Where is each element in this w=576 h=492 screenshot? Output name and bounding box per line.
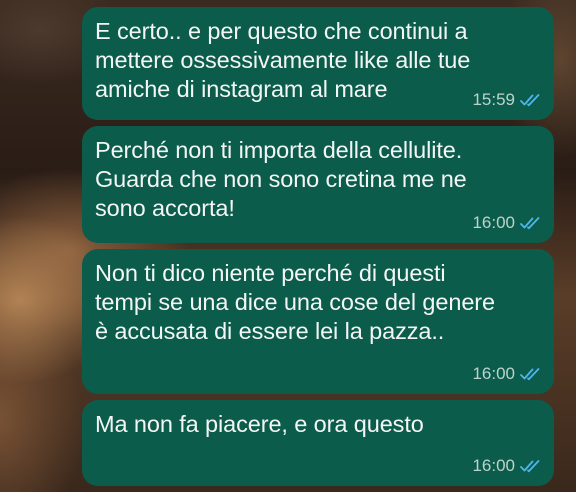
message-time: 15:59 [472, 90, 515, 109]
message-time: 16:00 [472, 364, 515, 383]
message-text: E certo.. e per questo che continui a me… [95, 18, 471, 102]
outgoing-message-bubble[interactable]: Ma non fa piacere, e ora questo 16:00 [82, 400, 554, 486]
chat-message-list[interactable]: E certo.. e per questo che continui a me… [0, 0, 576, 492]
outgoing-message-bubble[interactable]: Non ti dico niente perché di questi temp… [82, 249, 554, 394]
outgoing-message-bubble[interactable]: Perché non ti importa della cellulite. G… [82, 126, 554, 243]
outgoing-message-bubble[interactable]: E certo.. e per questo che continui a me… [82, 7, 554, 120]
message-meta: 16:00 [472, 455, 542, 477]
message-text: Ma non fa piacere, e ora questo [95, 411, 424, 437]
double-check-read-icon [520, 217, 540, 230]
message-meta: 16:00 [472, 363, 542, 385]
double-check-read-icon [520, 368, 540, 381]
message-text: Non ti dico niente perché di questi temp… [95, 260, 495, 344]
message-time: 16:00 [472, 213, 515, 232]
message-text: Perché non ti importa della cellulite. G… [95, 137, 467, 221]
message-time: 16:00 [472, 456, 515, 475]
double-check-read-icon [520, 460, 540, 473]
message-meta: 16:00 [472, 212, 542, 234]
double-check-read-icon [520, 94, 540, 107]
message-meta: 15:59 [472, 89, 542, 111]
